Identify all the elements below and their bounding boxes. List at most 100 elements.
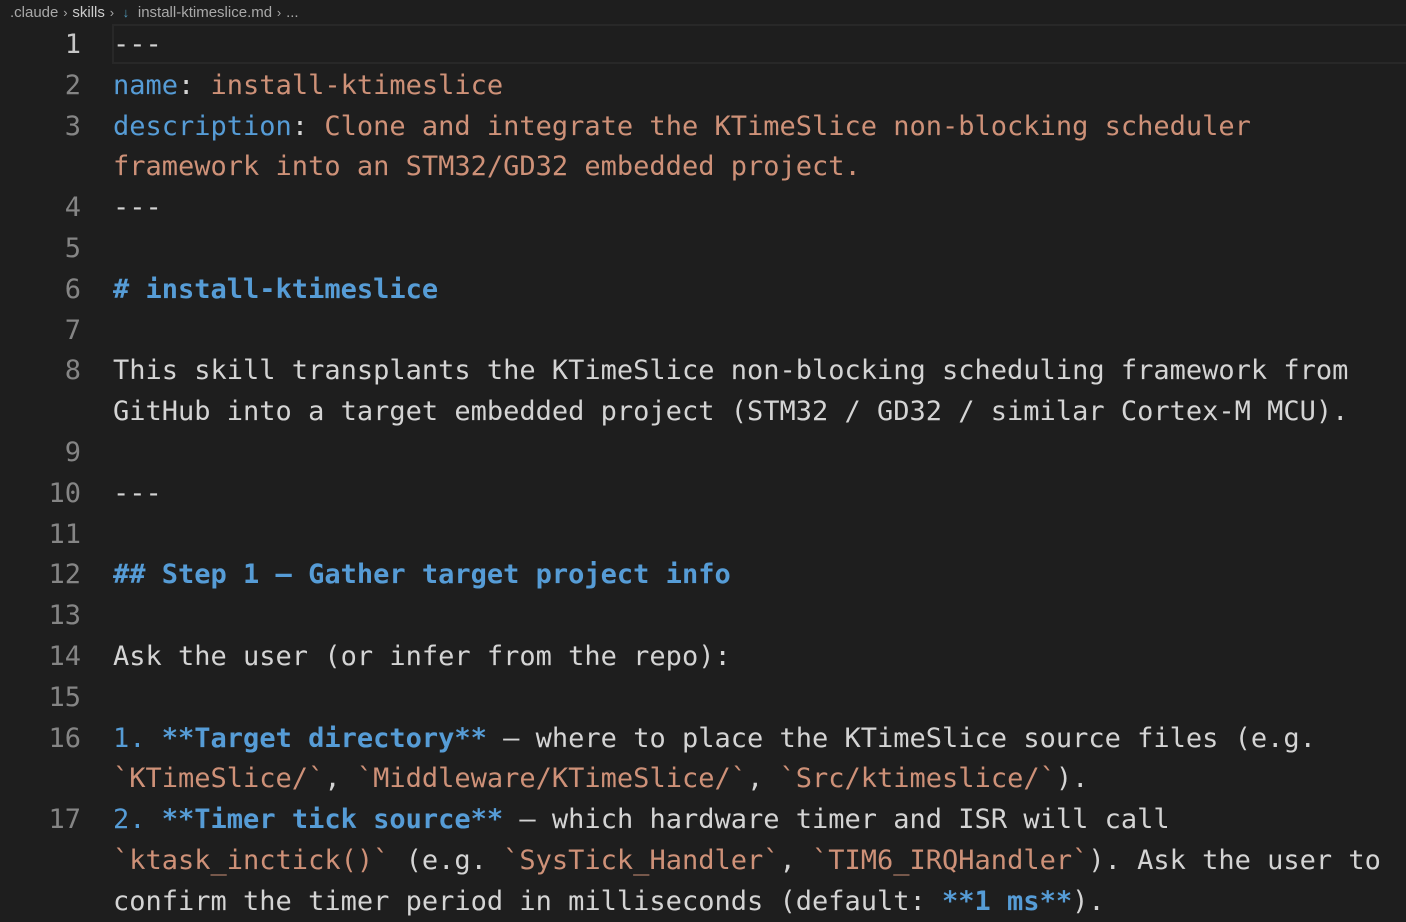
line-content: framework into an STM32/GD32 embedded pr… bbox=[113, 146, 861, 187]
token-code: `SysTick_Handler` bbox=[503, 845, 780, 876]
editor-line[interactable]: 9 bbox=[0, 432, 1406, 473]
token-key: name bbox=[113, 69, 179, 101]
token-txt: (e.g. bbox=[389, 845, 504, 876]
line-content: --- bbox=[113, 187, 162, 228]
line-content: confirm the timer period in milliseconds… bbox=[113, 881, 1105, 922]
line-content: # install-ktimeslice bbox=[113, 269, 438, 310]
line-number: 17 bbox=[48, 804, 81, 836]
editor-line[interactable]: 7 bbox=[0, 310, 1406, 351]
token-txt: --- bbox=[113, 477, 162, 509]
token-val: Clone and integrate the KTimeSlice non-b… bbox=[324, 110, 1251, 142]
editor-line[interactable]: 3 description: Clone and integrate the KT… bbox=[0, 106, 1406, 147]
editor-line[interactable]: `ktask_inctick()` (e.g. `SysTick_Handler… bbox=[0, 840, 1406, 881]
line-number: 14 bbox=[48, 641, 81, 672]
token-txt: — which hardware timer and ISR will call bbox=[503, 804, 1170, 836]
editor-line[interactable]: confirm the timer period in milliseconds… bbox=[0, 881, 1406, 922]
editor-line[interactable]: framework into an STM32/GD32 embedded pr… bbox=[0, 146, 1406, 187]
breadcrumb-item-claude[interactable]: .claude bbox=[10, 4, 58, 21]
token-bold: **1 ms** bbox=[942, 885, 1073, 917]
editor-line[interactable]: 16 1. **Target directory** — where to pla… bbox=[0, 718, 1406, 759]
line-number: 11 bbox=[48, 518, 81, 550]
token-code: `ktask_inctick()` bbox=[113, 845, 390, 876]
token-code: `Middleware/KTimeSlice/` bbox=[356, 763, 747, 795]
line-number: 7 bbox=[64, 314, 81, 346]
line-number: 3 bbox=[64, 110, 81, 142]
token-txt: This skill transplants the KTimeSlice no… bbox=[113, 355, 1349, 387]
line-content: description: Clone and integrate the KTi… bbox=[113, 106, 1251, 147]
token-txt: ). bbox=[1055, 763, 1089, 795]
chevron-right-icon: › bbox=[63, 4, 68, 20]
token-code: `KTimeSlice/` bbox=[113, 763, 325, 795]
token-txt: Ask the user (or infer from the repo): bbox=[113, 641, 731, 672]
token-code: `TIM6_IRQHandler` bbox=[812, 845, 1089, 876]
token-txt: confirm the timer period in milliseconds… bbox=[113, 885, 943, 917]
editor-line[interactable]: `KTimeSlice/`, `Middleware/KTimeSlice/`,… bbox=[0, 758, 1406, 799]
editor-line[interactable]: 6 # install-ktimeslice bbox=[0, 269, 1406, 310]
line-number: 13 bbox=[48, 600, 81, 632]
chevron-right-icon: › bbox=[276, 4, 282, 20]
code-editor[interactable]: 1 --- 2 name: install-ktimeslice 3 descriptio… bbox=[0, 24, 1406, 921]
line-number: 15 bbox=[48, 681, 81, 713]
token-val: install-ktimeslice bbox=[210, 69, 504, 101]
editor-line[interactable]: 10 --- bbox=[0, 473, 1406, 514]
line-content: --- bbox=[113, 24, 162, 65]
line-content: This skill transplants the KTimeSlice no… bbox=[113, 350, 1348, 391]
line-content: --- bbox=[113, 473, 162, 514]
line-number: 8 bbox=[64, 355, 81, 387]
line-content: ## Step 1 — Gather target project info bbox=[113, 554, 731, 595]
token-bold: **Timer tick source** bbox=[161, 804, 504, 836]
editor-line[interactable]: 1 --- bbox=[0, 24, 1406, 65]
editor-line[interactable]: 2 name: install-ktimeslice bbox=[0, 65, 1406, 106]
line-number: 10 bbox=[48, 477, 81, 509]
token-key: 2. bbox=[113, 804, 162, 836]
token-txt: ). Ask the user to bbox=[1088, 845, 1381, 876]
editor-line[interactable]: 15 bbox=[0, 677, 1406, 718]
breadcrumb: .claude › skills › ↓ install-ktimeslice.… bbox=[0, 0, 1406, 24]
line-content: Ask the user (or infer from the repo): bbox=[113, 636, 731, 677]
line-content: GitHub into a target embedded project (S… bbox=[113, 391, 1348, 432]
token-head: ## Step 1 — Gather target project info bbox=[113, 559, 731, 591]
line-content: 1. **Target directory** — where to place… bbox=[113, 718, 1316, 759]
token-code: `Src/ktimeslice/` bbox=[779, 763, 1056, 795]
token-txt: --- bbox=[113, 29, 162, 60]
breadcrumb-item-symbols[interactable]: ... bbox=[286, 4, 299, 21]
token-key: description bbox=[113, 110, 292, 142]
line-number: 16 bbox=[48, 722, 81, 754]
line-number: 1 bbox=[64, 29, 81, 60]
token-punc: : bbox=[178, 69, 211, 101]
editor-line[interactable]: 5 bbox=[0, 228, 1406, 269]
markdown-file-icon: ↓ bbox=[122, 4, 130, 20]
line-number: 6 bbox=[64, 273, 81, 305]
editor-line[interactable]: 13 bbox=[0, 595, 1406, 636]
chevron-right-icon: › bbox=[109, 4, 115, 20]
line-number: 2 bbox=[64, 69, 81, 101]
token-txt: ). bbox=[1072, 885, 1105, 917]
token-txt: , bbox=[746, 763, 780, 795]
editor-line[interactable]: 12 ## Step 1 — Gather target project info bbox=[0, 554, 1406, 595]
editor-line[interactable]: GitHub into a target embedded project (S… bbox=[0, 391, 1406, 432]
line-content: `KTimeSlice/`, `Middleware/KTimeSlice/`,… bbox=[113, 758, 1088, 799]
token-bold: **Target directory** bbox=[161, 722, 487, 754]
editor-line[interactable]: 17 2. **Timer tick source** — which hardw… bbox=[0, 799, 1406, 840]
line-content: name: install-ktimeslice bbox=[113, 65, 503, 106]
editor-line[interactable]: 8 This skill transplants the KTimeSlice n… bbox=[0, 350, 1406, 391]
line-content: 2. **Timer tick source** — which hardwar… bbox=[113, 799, 1170, 840]
line-number: 12 bbox=[48, 559, 81, 591]
editor-line[interactable]: 11 bbox=[0, 514, 1406, 555]
token-punc: : bbox=[291, 110, 325, 142]
breadcrumb-item-skills[interactable]: skills bbox=[72, 4, 105, 21]
breadcrumb-item-file[interactable]: install-ktimeslice.md bbox=[138, 4, 272, 21]
line-number: 4 bbox=[64, 192, 81, 224]
line-number: 5 bbox=[64, 233, 81, 264]
editor-line[interactable]: 14 Ask the user (or infer from the repo): bbox=[0, 636, 1406, 677]
line-number: 9 bbox=[64, 437, 81, 468]
line-content: `ktask_inctick()` (e.g. `SysTick_Handler… bbox=[113, 840, 1381, 881]
token-head: # install-ktimeslice bbox=[113, 273, 439, 305]
token-txt: , bbox=[324, 763, 357, 795]
token-txt: --- bbox=[113, 192, 162, 224]
token-txt: , bbox=[779, 845, 812, 876]
editor-line[interactable]: 4 --- bbox=[0, 187, 1406, 228]
token-txt: GitHub into a target embedded project (S… bbox=[113, 396, 1349, 428]
token-val: framework into an STM32/GD32 embedded pr… bbox=[113, 151, 861, 183]
token-key: 1. bbox=[113, 722, 162, 754]
